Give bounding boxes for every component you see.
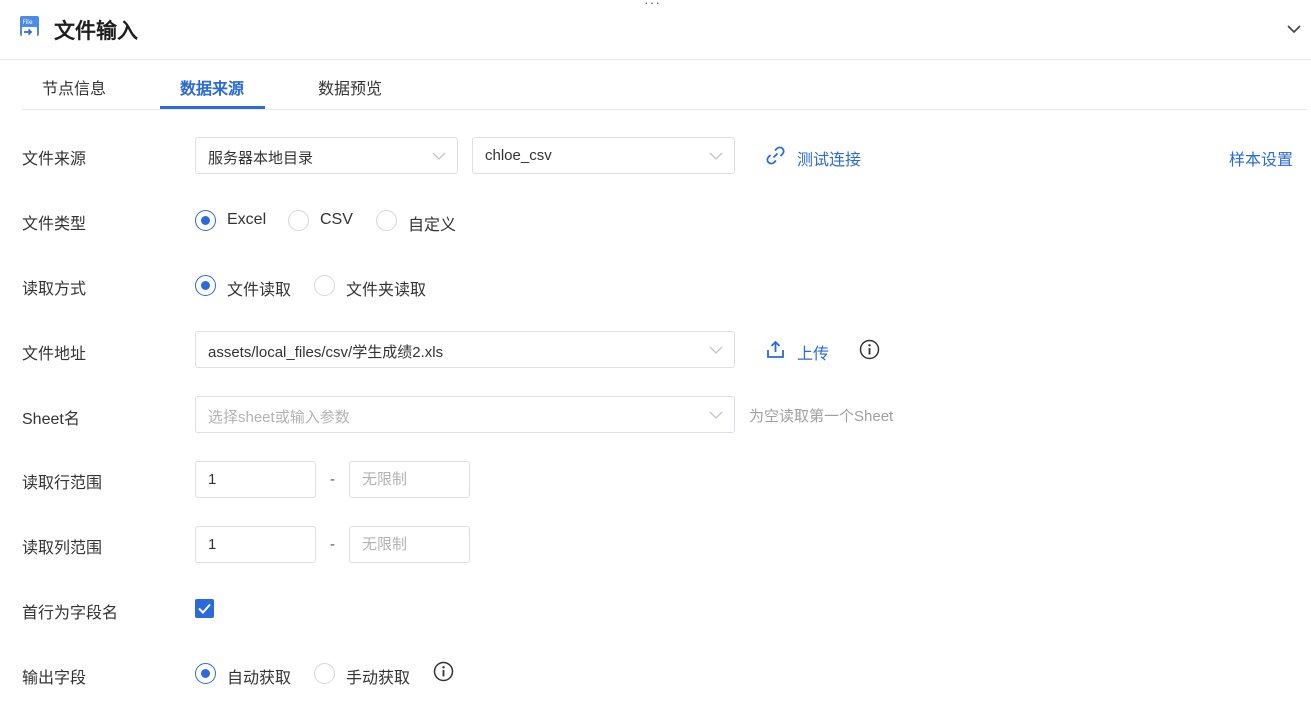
panel-header: File 文件输入 [0, 0, 1311, 60]
sample-settings-link[interactable]: 样本设置 [1229, 146, 1293, 170]
col-range-to-input[interactable] [349, 526, 470, 563]
read-mode-label: 读取方式 [22, 281, 87, 298]
radio-file-read[interactable] [195, 275, 216, 296]
file-path-value: assets/local_files/csv/学生成绩2.xls [208, 344, 444, 361]
col-range-from-input[interactable] [195, 526, 316, 563]
radio-folder-read-label[interactable]: 文件夹读取 [346, 276, 426, 300]
sheet-name-hint: 为空读取第一个Sheet [749, 408, 894, 425]
radio-manual-fetch-label[interactable]: 手动获取 [346, 664, 410, 688]
output-fields-label: 输出字段 [22, 670, 87, 687]
active-tab-indicator [160, 106, 265, 109]
file-source-label: 文件来源 [22, 151, 87, 168]
radio-file-read-label[interactable]: 文件读取 [227, 276, 291, 300]
chevron-down-icon [709, 152, 723, 160]
connection-select[interactable]: chloe_csv [472, 137, 735, 174]
chevron-down-icon [709, 411, 723, 419]
sheet-name-placeholder: 选择sheet或输入参数 [208, 409, 350, 426]
tab-data-preview[interactable]: 数据预览 [318, 75, 382, 99]
link-icon[interactable] [765, 145, 786, 166]
row-range-from-input[interactable] [195, 461, 316, 498]
row-range-separator: - [330, 471, 335, 488]
sheet-name-select[interactable]: 选择sheet或输入参数 [195, 396, 735, 433]
radio-manual-fetch[interactable] [314, 663, 335, 684]
upload-button[interactable]: 上传 [797, 340, 829, 364]
radio-auto-fetch[interactable] [195, 663, 216, 684]
sheet-name-label: Sheet名 [22, 411, 80, 428]
first-row-header-checkbox[interactable] [195, 599, 214, 618]
radio-auto-fetch-label[interactable]: 自动获取 [227, 664, 291, 688]
svg-text:File: File [23, 19, 33, 26]
radio-csv-label[interactable]: CSV [320, 211, 353, 229]
radio-folder-read[interactable] [314, 275, 335, 296]
col-range-separator: - [330, 536, 335, 553]
first-row-header-label: 首行为字段名 [22, 605, 119, 622]
chevron-down-icon [709, 346, 723, 354]
info-icon[interactable] [433, 661, 454, 682]
col-range-label: 读取列范围 [22, 540, 103, 557]
source-type-value: 服务器本地目录 [208, 150, 314, 167]
file-type-label: 文件类型 [22, 216, 87, 233]
file-path-label: 文件地址 [22, 346, 87, 363]
tab-bar: 节点信息 数据来源 数据预览 [22, 61, 1307, 110]
page-title: 文件输入 [54, 20, 138, 43]
check-icon [198, 603, 211, 614]
radio-excel[interactable] [195, 210, 216, 231]
upload-icon[interactable] [765, 339, 786, 360]
tab-data-source[interactable]: 数据来源 [180, 75, 244, 99]
row-range-to-input[interactable] [349, 461, 470, 498]
radio-custom-label[interactable]: 自定义 [408, 211, 456, 235]
connection-value: chloe_csv [485, 147, 552, 164]
file-input-icon: File [20, 16, 39, 38]
test-connection-link[interactable]: 测试连接 [797, 146, 861, 170]
radio-custom[interactable] [376, 210, 397, 231]
tab-node-info[interactable]: 节点信息 [42, 75, 106, 99]
chevron-down-icon[interactable] [1285, 20, 1303, 38]
file-path-select[interactable]: assets/local_files/csv/学生成绩2.xls [195, 331, 735, 368]
chevron-down-icon [432, 152, 446, 160]
row-range-label: 读取行范围 [22, 475, 103, 492]
source-type-select[interactable]: 服务器本地目录 [195, 137, 458, 174]
info-icon[interactable] [859, 339, 880, 360]
radio-csv[interactable] [288, 210, 309, 231]
radio-excel-label[interactable]: Excel [227, 211, 266, 229]
